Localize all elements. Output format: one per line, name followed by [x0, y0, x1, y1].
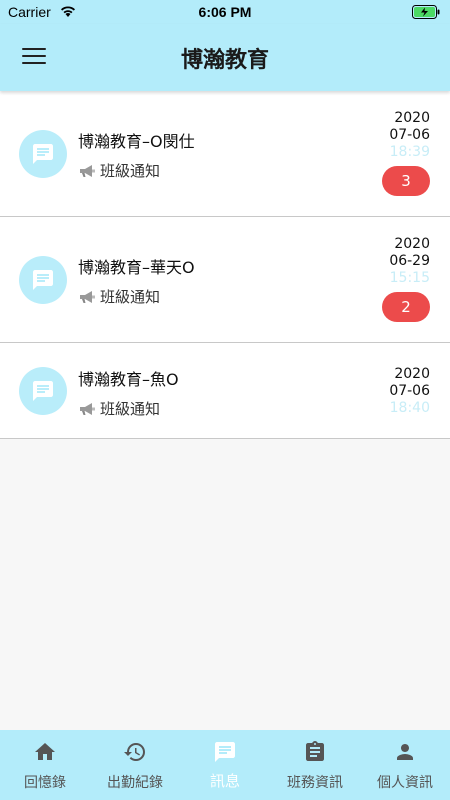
date-month-day: 07-06 [389, 383, 430, 399]
message-item[interactable]: 博瀚教育–華天O 班級通知 2020 06-29 15:15 2 [0, 217, 450, 343]
date-time: 18:40 [389, 400, 430, 416]
chat-bubble-icon [33, 381, 53, 401]
app-bar: 博瀚教育 [0, 24, 450, 91]
page-title: 博瀚教育 [180, 48, 269, 73]
date-year: 2020 [394, 236, 430, 252]
nav-item-memories[interactable]: 回憶錄 [0, 730, 90, 800]
nav-item-messages[interactable]: 訊息 [180, 730, 270, 800]
nav-label: 出勤紀錄 [107, 775, 163, 791]
nav-label: 班務資訊 [287, 775, 343, 791]
message-date: 2020 06-29 15:15 [389, 236, 430, 287]
message-subtitle: 班級通知 [78, 286, 160, 307]
date-time: 15:15 [389, 270, 430, 286]
message-title: 博瀚教育–O閔仕 [78, 132, 195, 151]
message-list: 博瀚教育–O閔仕 班級通知 2020 07-06 18:39 3 博瀚教育–華天… [0, 91, 450, 439]
message-icon [215, 742, 235, 762]
message-date: 2020 07-06 18:39 [389, 110, 430, 161]
date-time: 18:39 [389, 144, 430, 160]
message-item[interactable]: 博瀚教育–O閔仕 班級通知 2020 07-06 18:39 3 [0, 91, 450, 217]
history-icon [124, 743, 145, 761]
message-subtitle-label: 班級通知 [100, 288, 161, 306]
status-bar: Carrier 6:06 PM [0, 0, 450, 24]
chat-bubble-icon [33, 144, 53, 164]
megaphone-icon [80, 402, 95, 415]
message-title: 博瀚教育–魚O [78, 370, 179, 389]
avatar [19, 367, 67, 415]
person-icon [397, 744, 413, 760]
avatar [19, 130, 67, 178]
avatar [19, 256, 67, 304]
clipboard-icon [306, 741, 324, 761]
nav-label: 訊息 [209, 772, 240, 790]
message-subtitle: 班級通知 [78, 160, 160, 181]
nav-item-attendance[interactable]: 出勤紀錄 [90, 730, 180, 800]
megaphone-icon [80, 164, 95, 177]
status-time: 6:06 PM [198, 4, 252, 20]
unread-badge: 3 [382, 166, 430, 196]
battery-charging-icon [412, 5, 440, 19]
bottom-nav: 回憶錄 出勤紀錄 訊息 班務資訊 個人資訊 [0, 730, 450, 800]
nav-item-profile[interactable]: 個人資訊 [360, 730, 450, 800]
date-month-day: 07-06 [389, 127, 430, 143]
message-subtitle: 班級通知 [78, 398, 160, 419]
nav-label: 回憶錄 [24, 775, 66, 791]
nav-label: 個人資訊 [377, 775, 433, 791]
message-item[interactable]: 博瀚教育–魚O 班級通知 2020 07-06 18:40 [0, 343, 450, 439]
message-subtitle-label: 班級通知 [100, 162, 161, 180]
message-subtitle-label: 班級通知 [100, 400, 161, 418]
chat-bubble-icon [33, 270, 53, 290]
home-icon [35, 743, 55, 760]
message-title: 博瀚教育–華天O [78, 258, 195, 277]
date-month-day: 06-29 [389, 253, 430, 269]
megaphone-icon [80, 290, 95, 303]
unread-badge: 2 [382, 292, 430, 322]
date-year: 2020 [394, 366, 430, 382]
date-year: 2020 [394, 110, 430, 126]
message-date: 2020 07-06 18:40 [389, 366, 430, 417]
nav-item-class-info[interactable]: 班務資訊 [270, 730, 360, 800]
